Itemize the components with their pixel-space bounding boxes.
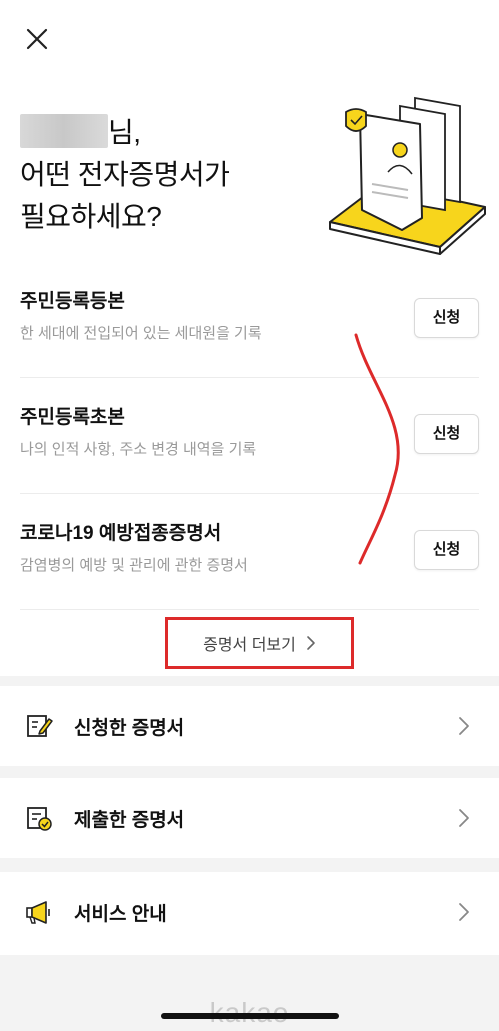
section-divider xyxy=(0,858,499,872)
chevron-right-icon xyxy=(307,636,315,650)
chevron-right-icon xyxy=(459,809,469,827)
certificate-home-screen: 님, 어떤 전자증명서가 필요하세요? 주민등록등본 한 세대에 전입되어 있는… xyxy=(0,0,499,1031)
greeting-heading: 님, 어떤 전자증명서가 필요하세요? xyxy=(20,112,230,238)
menu-label: 서비스 안내 xyxy=(74,903,167,925)
footer: kakao xyxy=(0,955,499,1031)
certificate-row[interactable]: 주민등록초본 나의 인적 사항, 주소 변경 내역을 기록 신청 xyxy=(20,378,479,494)
section-divider xyxy=(0,766,499,778)
greeting-line-2: 어떤 전자증명서가 xyxy=(20,154,230,196)
greeting-line-3: 필요하세요? xyxy=(20,201,162,232)
more-certificates-label: 증명서 더보기 xyxy=(203,637,296,654)
apply-button[interactable]: 신청 xyxy=(414,298,479,338)
certificate-title: 주민등록초본 xyxy=(20,407,125,428)
certificate-description: 나의 인적 사항, 주소 변경 내역을 기록 xyxy=(20,441,257,458)
certificate-title: 주민등록등본 xyxy=(20,291,125,312)
close-button[interactable] xyxy=(22,24,52,54)
certificate-description: 한 세대에 전입되어 있는 세대원을 기록 xyxy=(20,325,262,342)
greeting-line-2-rest: 가 xyxy=(204,159,230,190)
menu-item-submitted-certificates[interactable]: 제출한 증명서 xyxy=(0,778,499,858)
redacted-user-name xyxy=(20,114,108,148)
close-icon xyxy=(26,28,48,50)
apply-button[interactable]: 신청 xyxy=(414,414,479,454)
home-indicator[interactable] xyxy=(161,1013,339,1019)
document-check-icon xyxy=(27,807,52,831)
apply-button[interactable]: 신청 xyxy=(414,530,479,570)
greeting-line-1: 님, xyxy=(20,112,229,154)
menu-label: 제출한 증명서 xyxy=(74,809,185,831)
certificate-list: 주민등록등본 한 세대에 전입되어 있는 세대원을 기록 신청 주민등록초본 나… xyxy=(20,262,479,610)
menu-item-service-guide[interactable]: 서비스 안내 xyxy=(0,872,499,952)
highlighted-text: 어떤 전자증명서 xyxy=(20,154,205,196)
certificate-phone-illustration xyxy=(329,96,486,255)
megaphone-icon xyxy=(26,901,50,924)
certificate-title: 코로나19 예방접종증명서 xyxy=(20,523,222,544)
more-certificates-link[interactable]: 증명서 더보기 xyxy=(168,620,351,666)
certificate-description: 감염병의 예방 및 관리에 관한 증명서 xyxy=(20,557,248,574)
document-edit-icon xyxy=(27,715,53,737)
menu-item-requested-certificates[interactable]: 신청한 증명서 xyxy=(0,686,499,766)
chevron-right-icon xyxy=(459,717,469,735)
more-certificates-highlight: 증명서 더보기 xyxy=(165,617,354,669)
certificate-row[interactable]: 주민등록등본 한 세대에 전입되어 있는 세대원을 기록 신청 xyxy=(20,262,479,378)
name-suffix: 님, xyxy=(108,117,141,148)
section-divider xyxy=(0,676,499,686)
menu-label: 신청한 증명서 xyxy=(74,717,185,739)
certificate-row[interactable]: 코로나19 예방접종증명서 감염병의 예방 및 관리에 관한 증명서 신청 xyxy=(20,494,479,610)
chevron-right-icon xyxy=(459,903,469,921)
